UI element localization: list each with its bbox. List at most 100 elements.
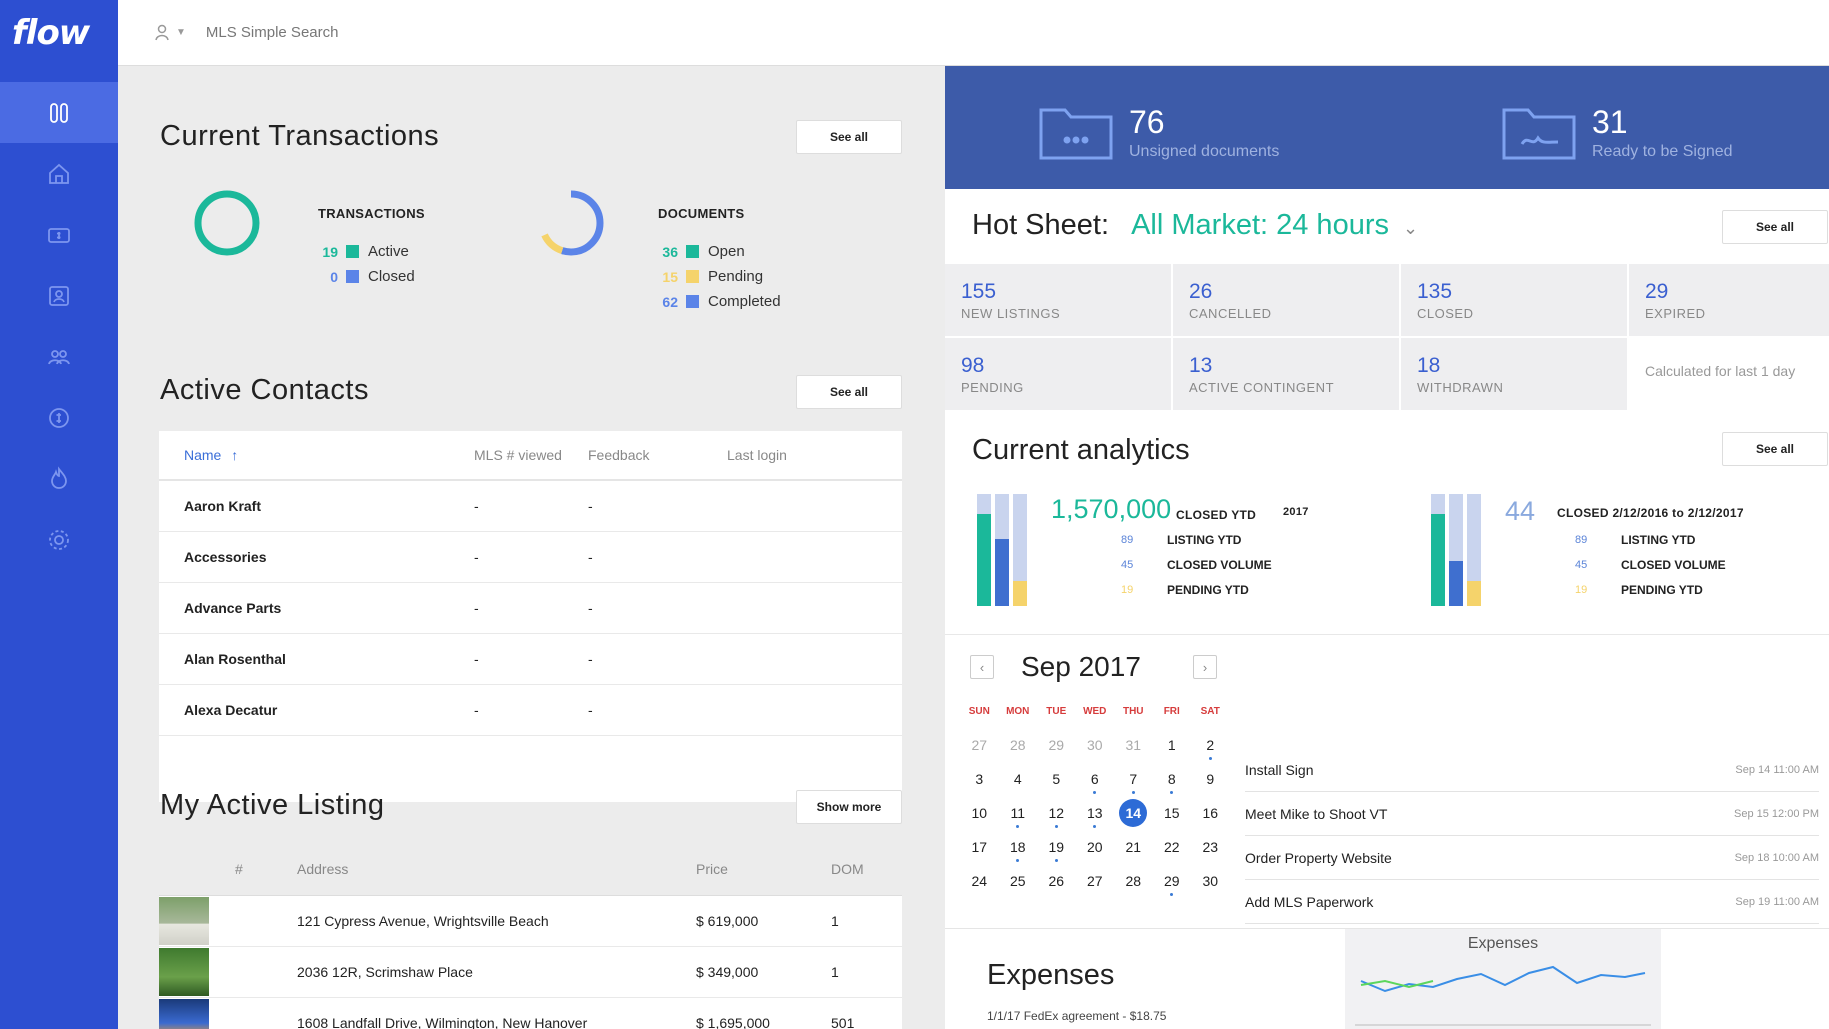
calendar-day[interactable]: 5 xyxy=(1037,771,1076,787)
table-row[interactable]: 2036 12R, Scrimshaw Place $ 349,000 1 xyxy=(159,947,902,998)
sidebar-item-transactions[interactable] xyxy=(0,204,118,265)
calendar-day[interactable]: 6 xyxy=(1076,771,1115,794)
calendar-day[interactable]: 4 xyxy=(999,771,1038,787)
calendar-day[interactable]: 19 xyxy=(1037,839,1076,862)
calendar-day[interactable]: 27 xyxy=(1076,873,1115,889)
last-login-column-header[interactable]: Last login xyxy=(727,447,787,463)
calendar-next-button[interactable]: › xyxy=(1193,655,1217,679)
sidebar-item-people[interactable] xyxy=(0,326,118,387)
calendar-day[interactable]: 13 xyxy=(1076,805,1115,828)
table-row[interactable]: 1608 Landfall Drive, Wilmington, New Han… xyxy=(159,998,902,1029)
mls-column-header[interactable]: MLS # viewed xyxy=(474,447,588,463)
calendar-day[interactable]: 3 xyxy=(960,771,999,787)
flow-logo[interactable]: flow xyxy=(0,0,118,66)
stat-active-contingent[interactable]: 13 ACTIVE CONTINGENT xyxy=(1173,338,1399,410)
calendar-day[interactable]: 28 xyxy=(999,737,1038,753)
contacts-see-all-button[interactable]: See all xyxy=(796,375,902,409)
calendar-day[interactable]: 17 xyxy=(960,839,999,855)
calendar-day[interactable]: 21 xyxy=(1114,839,1153,855)
calendar-day[interactable]: 29 xyxy=(1037,737,1076,753)
price-column-header[interactable]: Price xyxy=(696,861,831,877)
listing-address[interactable]: 2036 12R, Scrimshaw Place xyxy=(297,964,696,980)
calendar-day[interactable]: 15 xyxy=(1153,805,1192,821)
calendar-day[interactable]: 1 xyxy=(1153,737,1192,753)
listing-address[interactable]: 1608 Landfall Drive, Wilmington, New Han… xyxy=(297,1015,696,1029)
unsigned-documents-stat[interactable]: 76 Unsigned documents xyxy=(1037,100,1279,164)
chevron-down-icon[interactable]: ▼ xyxy=(176,27,186,38)
event-item[interactable]: Order Property Website Sep 18 10:00 AM xyxy=(1245,836,1819,880)
stat-new-listings[interactable]: 155 NEW LISTINGS xyxy=(945,264,1171,336)
listing-address[interactable]: 121 Cypress Avenue, Wrightsville Beach xyxy=(297,913,696,929)
table-row[interactable]: Advance Parts - - xyxy=(159,583,902,634)
calendar-day[interactable]: 31 xyxy=(1114,737,1153,753)
table-row[interactable]: Aaron Kraft - - xyxy=(159,481,902,532)
listing-photo[interactable] xyxy=(159,897,209,945)
calendar-day[interactable]: 22 xyxy=(1153,839,1192,855)
table-row[interactable]: 121 Cypress Avenue, Wrightsville Beach $ … xyxy=(159,896,902,947)
calendar-day[interactable]: 9 xyxy=(1191,771,1230,787)
ready-to-sign-stat[interactable]: 31 Ready to be Signed xyxy=(1500,100,1733,164)
calendar-day[interactable]: 10 xyxy=(960,805,999,821)
analytics-see-all-button[interactable]: See all xyxy=(1722,432,1828,466)
calendar-day-number: 4 xyxy=(1013,771,1022,787)
feedback-column-header[interactable]: Feedback xyxy=(588,447,727,463)
calendar-day[interactable]: 28 xyxy=(1114,873,1153,889)
table-row[interactable]: Alan Rosenthal - - xyxy=(159,634,902,685)
calendar-day[interactable]: 30 xyxy=(1191,873,1230,889)
calendar-day[interactable]: 16 xyxy=(1191,805,1230,821)
breadcrumb[interactable]: MLS Simple Search xyxy=(206,24,339,41)
sidebar-item-dashboard[interactable] xyxy=(0,82,118,143)
calendar-prev-button[interactable]: ‹ xyxy=(970,655,994,679)
contact-name[interactable]: Alan Rosenthal xyxy=(184,651,474,667)
calendar-day[interactable]: 24 xyxy=(960,873,999,889)
sidebar-item-contacts[interactable] xyxy=(0,265,118,326)
event-item[interactable]: Add MLS Paperwork Sep 19 11:00 AM xyxy=(1245,880,1819,924)
sidebar-item-home[interactable] xyxy=(0,143,118,204)
stat-pending[interactable]: 98 PENDING xyxy=(945,338,1171,410)
calendar-day[interactable]: 11 xyxy=(999,805,1038,828)
listing-show-more-button[interactable]: Show more xyxy=(796,790,902,824)
calendar-day-number: 28 xyxy=(1009,737,1026,753)
contact-name[interactable]: Alexa Decatur xyxy=(184,702,474,718)
calendar-day[interactable]: 12 xyxy=(1037,805,1076,828)
listing-photo[interactable] xyxy=(159,999,209,1029)
stat-cancelled[interactable]: 26 CANCELLED xyxy=(1173,264,1399,336)
calendar-day[interactable]: 20 xyxy=(1076,839,1115,855)
calendar-day[interactable]: 29 xyxy=(1153,873,1192,896)
calendar-day[interactable]: 30 xyxy=(1076,737,1115,753)
contact-name[interactable]: Accessories xyxy=(184,549,474,565)
calendar-day[interactable]: 18 xyxy=(999,839,1038,862)
contact-name[interactable]: Aaron Kraft xyxy=(184,498,474,514)
table-row[interactable]: Alexa Decatur - - xyxy=(159,685,902,736)
expense-item[interactable]: 1/1/17 FedEx agreement - $18.75 xyxy=(987,1009,1166,1023)
calendar-day[interactable]: 25 xyxy=(999,873,1038,889)
sidebar-item-finance[interactable] xyxy=(0,387,118,448)
calendar-day[interactable]: 14 xyxy=(1114,799,1153,827)
event-item[interactable]: Meet Mike to Shoot VT Sep 15 12:00 PM xyxy=(1245,792,1819,836)
calendar-day[interactable]: 8 xyxy=(1153,771,1192,794)
name-column-header[interactable]: Name ↑ xyxy=(184,447,474,463)
stat-withdrawn[interactable]: 18 WITHDRAWN xyxy=(1401,338,1627,410)
stat-closed[interactable]: 135 CLOSED xyxy=(1401,264,1627,336)
hot-sheet-see-all-button[interactable]: See all xyxy=(1722,210,1828,244)
sidebar-item-hot[interactable] xyxy=(0,448,118,509)
table-row[interactable]: Accessories - - xyxy=(159,532,902,583)
legend-label: Completed xyxy=(708,293,781,310)
market-selector[interactable]: All Market: 24 hours ⌄ xyxy=(1131,209,1418,241)
calendar-day[interactable]: 26 xyxy=(1037,873,1076,889)
calendar-day[interactable]: 23 xyxy=(1191,839,1230,855)
calendar-day-number: 29 xyxy=(1048,737,1065,753)
sort-ascending-icon[interactable]: ↑ xyxy=(231,447,238,463)
dom-column-header[interactable]: DOM xyxy=(831,861,864,877)
stat-expired[interactable]: 29 EXPIRED xyxy=(1629,264,1829,336)
contact-name[interactable]: Advance Parts xyxy=(184,600,474,616)
calendar-day[interactable]: 2 xyxy=(1191,737,1230,760)
calendar-day[interactable]: 27 xyxy=(960,737,999,753)
calendar-day[interactable]: 7 xyxy=(1114,771,1153,794)
listing-photo[interactable] xyxy=(159,948,209,996)
event-item[interactable]: Install Sign Sep 14 11:00 AM xyxy=(1245,748,1819,792)
sidebar-item-settings[interactable] xyxy=(0,509,118,570)
transactions-see-all-button[interactable]: See all xyxy=(796,120,902,154)
address-column-header[interactable]: Address xyxy=(297,861,696,877)
user-switch-icon[interactable] xyxy=(152,22,174,44)
